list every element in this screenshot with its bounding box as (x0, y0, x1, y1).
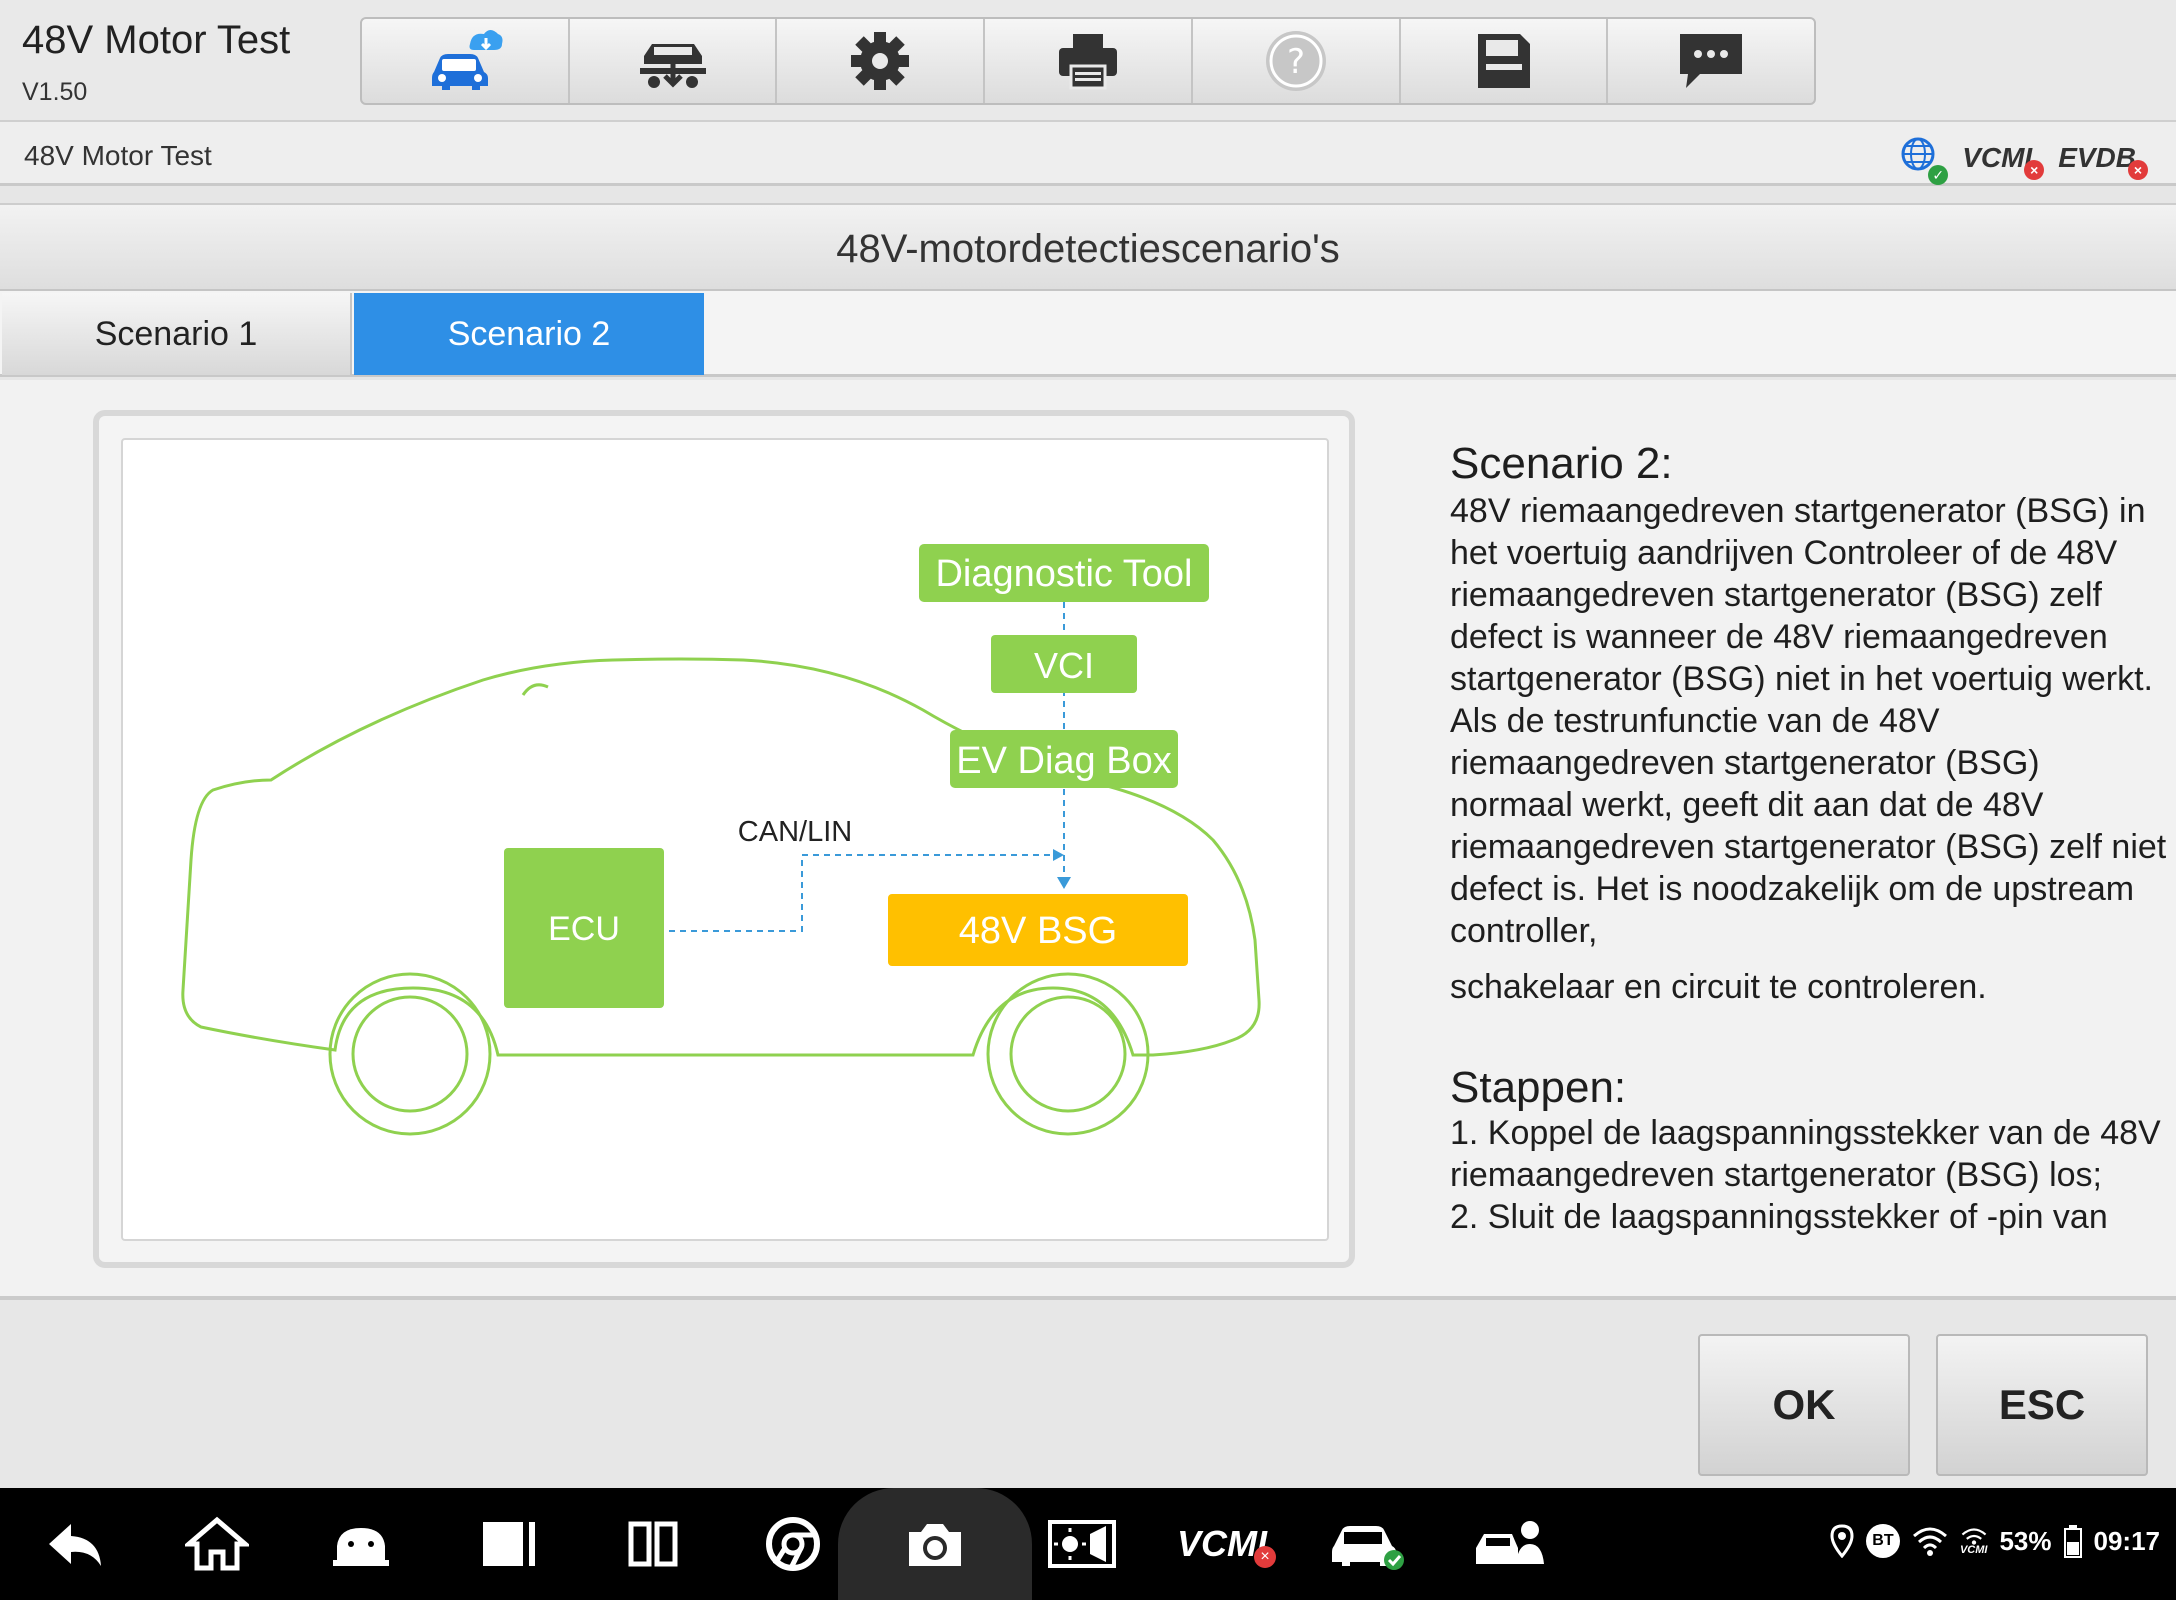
car-roof-detail (521, 683, 549, 696)
vehicle-cloud-icon (431, 30, 503, 90)
location-icon (1830, 1524, 1854, 1558)
car-check-icon (1332, 1526, 1404, 1570)
wifi-icon (1961, 1527, 1986, 1545)
vcmi-wifi-label: VCMI (1959, 1543, 1988, 1556)
diagram-frame: Diagnostic Tool VCI EV Diag Box CAN/LIN … (93, 410, 1355, 1268)
message-button[interactable] (1608, 19, 1814, 103)
esc-button[interactable]: ESC (1936, 1334, 2148, 1476)
android-car-icon (333, 1528, 389, 1566)
brightness-screen-icon (1048, 1520, 1116, 1568)
home-button[interactable] (182, 1516, 252, 1572)
svg-text:?: ? (1287, 42, 1305, 82)
toolbar: ? (360, 17, 1816, 105)
battery-icon (2063, 1525, 2082, 1558)
home-icon (185, 1516, 249, 1571)
evdb-status: EVDB × (2058, 141, 2148, 180)
camera-button[interactable] (900, 1516, 970, 1572)
vcmi-status: VCMI × (1962, 141, 2045, 180)
clock: 09:17 (2093, 1525, 2161, 1556)
description-body-tail: schakelaar en circuit te controleren. (1450, 968, 1987, 1006)
camera-icon (909, 1524, 961, 1566)
vcmi-status-label: VCMI (1962, 141, 2033, 173)
network-status: ✓ (1900, 136, 1949, 185)
description-heading: Scenario 2: (1450, 439, 1673, 488)
rear-wheel-inner (351, 995, 469, 1113)
tab-scenario-1[interactable]: Scenario 1 (2, 293, 352, 375)
ev-diag-box-label: EV Diag Box (956, 740, 1171, 782)
arrowhead (1057, 877, 1071, 889)
car-outline (181, 657, 1261, 1057)
android-home-button[interactable] (326, 1516, 396, 1572)
front-wheel-inner (1009, 995, 1127, 1113)
arrowhead (1053, 849, 1064, 861)
print-button[interactable] (985, 19, 1193, 103)
disconnected-x-icon: × (2128, 159, 2148, 180)
app-version: V1.50 (22, 78, 88, 106)
help-button[interactable]: ? (1193, 19, 1401, 103)
chrome-icon (766, 1517, 820, 1571)
printer-icon (1059, 34, 1118, 90)
remote-expert-button[interactable] (1472, 1516, 1552, 1572)
ok-button[interactable]: OK (1698, 1334, 1910, 1476)
disconnected-x-icon: × (2024, 159, 2045, 180)
back-button[interactable] (40, 1516, 110, 1572)
system-navbar: VCMI × BT VCMI 53% 09:17 (0, 1488, 2176, 1600)
breadcrumb-bar: 48V Motor Test ✓ VCMI × EVDB × (0, 120, 2176, 186)
vehicle-cloud-button[interactable] (362, 19, 570, 103)
scenario-content: Diagnostic Tool VCI EV Diag Box CAN/LIN … (0, 380, 2176, 1296)
scenario-tabs: Scenario 1 Scenario 2 (0, 291, 2176, 377)
step-item: 1. Koppel de laagspanningsstekker van de… (1450, 1114, 2161, 1194)
connection-status: ✓ VCMI × EVDB × (1900, 136, 2148, 185)
split-screen-button[interactable] (618, 1516, 688, 1572)
scenario-description: Scenario 2: 48V riemaangedreven startgen… (1450, 440, 2170, 1238)
settings-button[interactable] (777, 19, 986, 103)
vcmi-wifi-status: VCMI (1959, 1527, 1988, 1556)
vci-label: VCI (1034, 645, 1094, 686)
evdb-status-label: EVDB (2058, 141, 2136, 173)
tab-scenario-2[interactable]: Scenario 2 (354, 293, 704, 375)
description-body: 48V riemaangedreven startgenerator (BSG)… (1450, 492, 2167, 950)
wifi-icon (1912, 1527, 1947, 1556)
system-tray: BT VCMI 53% 09:17 (1830, 1524, 2160, 1558)
app-header: 48V Motor Test V1.50 ? (0, 0, 2176, 120)
car-person-icon (1476, 1521, 1544, 1564)
connection-diagram: Diagnostic Tool VCI EV Diag Box CAN/LIN … (181, 544, 1261, 1136)
bluetooth-icon: BT (1865, 1524, 1900, 1558)
vehicle-shortcut-button[interactable] (1328, 1516, 1408, 1572)
save-button[interactable] (1401, 19, 1609, 103)
split-screen-icon (628, 1521, 678, 1567)
disconnected-x-icon: × (1254, 1546, 1276, 1568)
save-icon (1478, 34, 1531, 88)
back-arrow-icon (49, 1524, 101, 1566)
vehicle-lift-button[interactable] (570, 19, 778, 103)
can-lin-label: CAN/LIN (738, 816, 852, 848)
recent-apps-button[interactable] (474, 1516, 544, 1572)
message-icon (1680, 34, 1743, 88)
breadcrumb: 48V Motor Test (24, 140, 212, 171)
action-bar: OK ESC (0, 1296, 2176, 1488)
section-header: 48V-motordetectiescenario's (0, 203, 2176, 291)
connected-check-icon: ✓ (1928, 165, 1949, 185)
recent-apps-icon (483, 1522, 535, 1566)
vcmi-shortcut-button[interactable]: VCMI × (1172, 1516, 1276, 1572)
vehicle-lift-icon (639, 44, 706, 88)
battery-level: 53% (1999, 1525, 2052, 1556)
app-title: 48V Motor Test (22, 18, 291, 62)
ecu-label: ECU (548, 910, 620, 948)
diagram-panel: Diagnostic Tool VCI EV Diag Box CAN/LIN … (121, 438, 1329, 1241)
steps-heading: Stappen: (1450, 1063, 1627, 1112)
step-item: 2. Sluit de laagspanningsstekker of -pin… (1450, 1198, 2108, 1236)
browser-button[interactable] (758, 1516, 828, 1572)
settings-gear-icon (851, 32, 910, 90)
diagnostic-tool-label: Diagnostic Tool (935, 553, 1192, 595)
section-title: 48V-motordetectiescenario's (836, 227, 1340, 271)
bsg-label: 48V BSG (959, 910, 1117, 952)
screen-record-button[interactable] (1044, 1516, 1120, 1572)
help-icon: ? (1265, 31, 1326, 91)
